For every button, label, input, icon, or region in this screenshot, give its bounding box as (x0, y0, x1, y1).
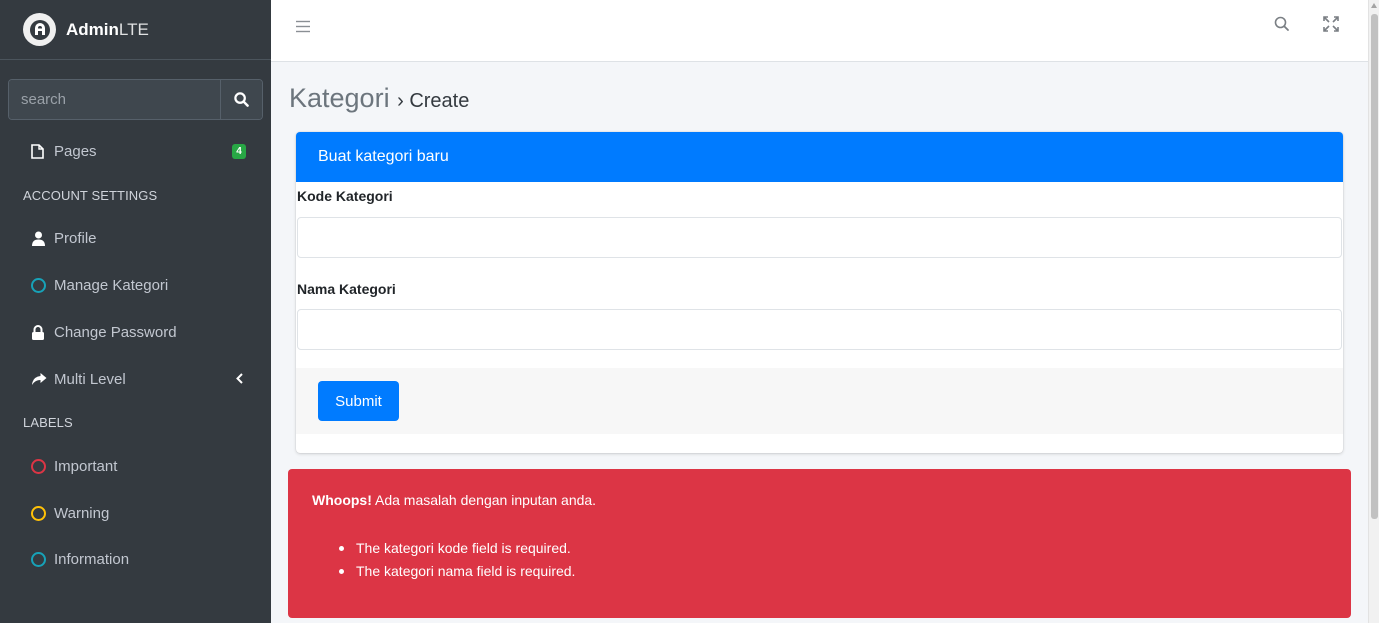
sidebar-item-label: Profile (54, 229, 97, 247)
circle-icon (31, 458, 49, 474)
sidebar-item-multi-level[interactable]: Multi Level (0, 363, 271, 395)
error-alert: Whoops! Ada masalah dengan inputan anda.… (288, 469, 1351, 618)
circle-icon (31, 277, 49, 293)
page-scrollbar[interactable] (1368, 0, 1379, 623)
sidebar-item-label: Information (54, 550, 130, 568)
brand-text: AdminLTE (66, 19, 149, 39)
nama-kategori-input[interactable] (297, 309, 1342, 350)
kode-kategori-input[interactable] (297, 217, 1342, 258)
kode-kategori-label: Kode Kategori (297, 188, 393, 204)
sidebar-search-button[interactable] (220, 80, 262, 119)
navbar-search-icon[interactable] (1274, 16, 1290, 37)
sidebar-item-change-password[interactable]: Change Password (0, 316, 271, 348)
share-icon (31, 372, 49, 386)
sidebar-item-label: Change Password (54, 323, 177, 341)
brand-link[interactable]: AdminLTE (0, 0, 271, 60)
main-sidebar: AdminLTE Pages 4 ACCOUNT SETTINGS Profil… (0, 0, 271, 623)
menu-toggle-icon[interactable] (296, 20, 310, 38)
scroll-up-arrow-icon[interactable] (1371, 3, 1377, 8)
circle-icon (31, 505, 49, 521)
adminlte-logo-icon (23, 13, 56, 46)
page-subtitle: › Create (397, 90, 470, 112)
sidebar-item-information[interactable]: Information (0, 543, 271, 575)
lock-icon (31, 324, 49, 340)
error-item: The kategori nama field is required. (339, 563, 575, 586)
sidebar-item-label: Pages (54, 142, 97, 160)
sidebar-item-profile[interactable]: Profile (0, 222, 271, 254)
card-header: Buat kategori baru (296, 132, 1343, 182)
sidebar-header-account-settings: ACCOUNT SETTINGS (23, 188, 158, 203)
sidebar-item-manage-kategori[interactable]: Manage Kategori (0, 269, 271, 301)
page-title: Kategori › Create (289, 83, 470, 113)
sidebar-item-label: Manage Kategori (54, 276, 169, 294)
sidebar-item-label: Warning (54, 504, 110, 522)
alert-strong: Whoops! (312, 492, 372, 508)
card-footer: Submit (296, 368, 1343, 434)
chevron-left-icon (236, 371, 243, 388)
alert-message: Whoops! Ada masalah dengan inputan anda. (312, 492, 597, 508)
sidebar-item-label: Multi Level (54, 370, 126, 388)
sidebar-item-pages[interactable]: Pages 4 (0, 135, 271, 167)
file-icon (31, 143, 49, 159)
sidebar-item-important[interactable]: Important (0, 450, 271, 482)
scrollbar-thumb[interactable] (1371, 14, 1378, 519)
top-navbar (271, 0, 1368, 62)
error-list: The kategori kode field is required. The… (339, 540, 575, 586)
sidebar-item-warning[interactable]: Warning (0, 497, 271, 529)
sidebar-search (8, 79, 263, 120)
sidebar-item-label: Important (54, 457, 118, 475)
sidebar-search-input[interactable] (9, 80, 220, 119)
circle-icon (31, 551, 49, 567)
sidebar-header-labels: LABELS (23, 415, 73, 430)
nama-kategori-label: Nama Kategori (297, 281, 396, 297)
search-icon (234, 92, 249, 107)
submit-button[interactable]: Submit (318, 381, 399, 421)
create-kategori-card: Buat kategori baru Kode Kategori Nama Ka… (296, 132, 1343, 453)
pages-count-badge: 4 (232, 143, 246, 159)
error-item: The kategori kode field is required. (339, 540, 575, 563)
user-icon (31, 231, 49, 246)
fullscreen-icon[interactable] (1323, 16, 1339, 37)
